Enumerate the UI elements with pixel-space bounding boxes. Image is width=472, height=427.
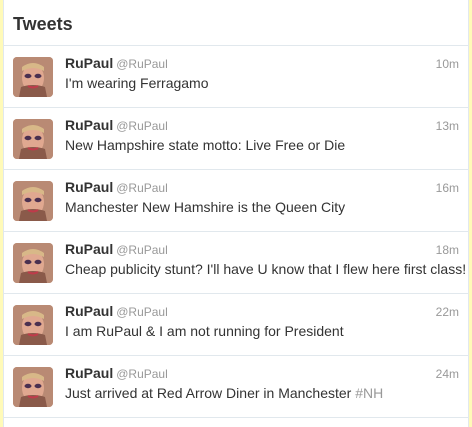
tweet-timestamp[interactable]: 18m — [436, 243, 459, 257]
tweet-text-body: Cheap publicity stunt? I'll have U know … — [65, 261, 467, 277]
tweet-item[interactable]: RuPaul @RuPaul 10m I'm wearing Ferragamo — [4, 46, 468, 108]
tweet-item[interactable]: RuPaul @RuPaul 18m Cheap publicity stunt?… — [4, 232, 468, 294]
tweet-item[interactable]: RuPaul @RuPaul 16m Manchester New Hamshir… — [4, 170, 468, 232]
author-name[interactable]: RuPaul — [65, 55, 113, 71]
author-name[interactable]: RuPaul — [65, 117, 113, 133]
tweets-header: Tweets — [4, 0, 468, 46]
hashtag-link[interactable]: #NH — [355, 385, 383, 401]
tweet-timestamp[interactable]: 10m — [436, 57, 459, 71]
avatar[interactable] — [13, 181, 53, 221]
tweets-panel: Tweets RuPaul @RuPaul 10m I'm wearing Fer… — [3, 0, 469, 427]
tweet-timestamp[interactable]: 13m — [436, 119, 459, 133]
tweet-text: I'm wearing Ferragamo — [65, 75, 209, 92]
tweet-text: New Hampshire state motto: Live Free or … — [65, 137, 345, 154]
author-handle[interactable]: @RuPaul — [116, 57, 168, 71]
tweet-text-body: I am RuPaul & I am not running for Presi… — [65, 323, 344, 339]
tweet-item[interactable]: RuPaul @RuPaul 13m New Hampshire state mo… — [4, 108, 468, 170]
tweet-timestamp[interactable]: 24m — [436, 367, 459, 381]
tweet-text: I am RuPaul & I am not running for Presi… — [65, 323, 344, 340]
author-name[interactable]: RuPaul — [65, 365, 113, 381]
author-handle[interactable]: @RuPaul — [116, 119, 168, 133]
tweet-timestamp[interactable]: 22m — [436, 305, 459, 319]
avatar[interactable] — [13, 57, 53, 97]
avatar[interactable] — [13, 119, 53, 159]
avatar[interactable] — [13, 243, 53, 283]
tweet-text-body: New Hampshire state motto: Live Free or … — [65, 137, 346, 153]
author-handle[interactable]: @RuPaul — [116, 181, 168, 195]
tweet-item[interactable]: RuPaul @RuPaul 24m Just arrived at Red Ar… — [4, 356, 468, 418]
author-name[interactable]: RuPaul — [65, 179, 113, 195]
author-handle[interactable]: @RuPaul — [116, 367, 168, 381]
tweet-timestamp[interactable]: 16m — [436, 181, 459, 195]
tweet-text-body: Just arrived at Red Arrow Diner in Manch… — [65, 385, 356, 401]
tweet-text-body: Manchester New Hamshire is the Queen Cit… — [65, 199, 346, 215]
tweet-item[interactable]: RuPaul @RuPaul 22m I am RuPaul & I am not… — [4, 294, 468, 356]
tweets-title: Tweets — [13, 14, 73, 34]
author-handle[interactable]: @RuPaul — [116, 305, 168, 319]
tweet-text: Just arrived at Red Arrow Diner in Manch… — [65, 385, 383, 402]
author-name[interactable]: RuPaul — [65, 303, 113, 319]
avatar[interactable] — [13, 367, 53, 407]
tweet-text: Cheap publicity stunt? I'll have U know … — [65, 261, 466, 278]
author-name[interactable]: RuPaul — [65, 241, 113, 257]
author-handle[interactable]: @RuPaul — [116, 243, 168, 257]
tweet-text-body: I'm wearing Ferragamo — [65, 75, 209, 91]
tweet-text: Manchester New Hamshire is the Queen Cit… — [65, 199, 345, 216]
avatar[interactable] — [13, 305, 53, 345]
